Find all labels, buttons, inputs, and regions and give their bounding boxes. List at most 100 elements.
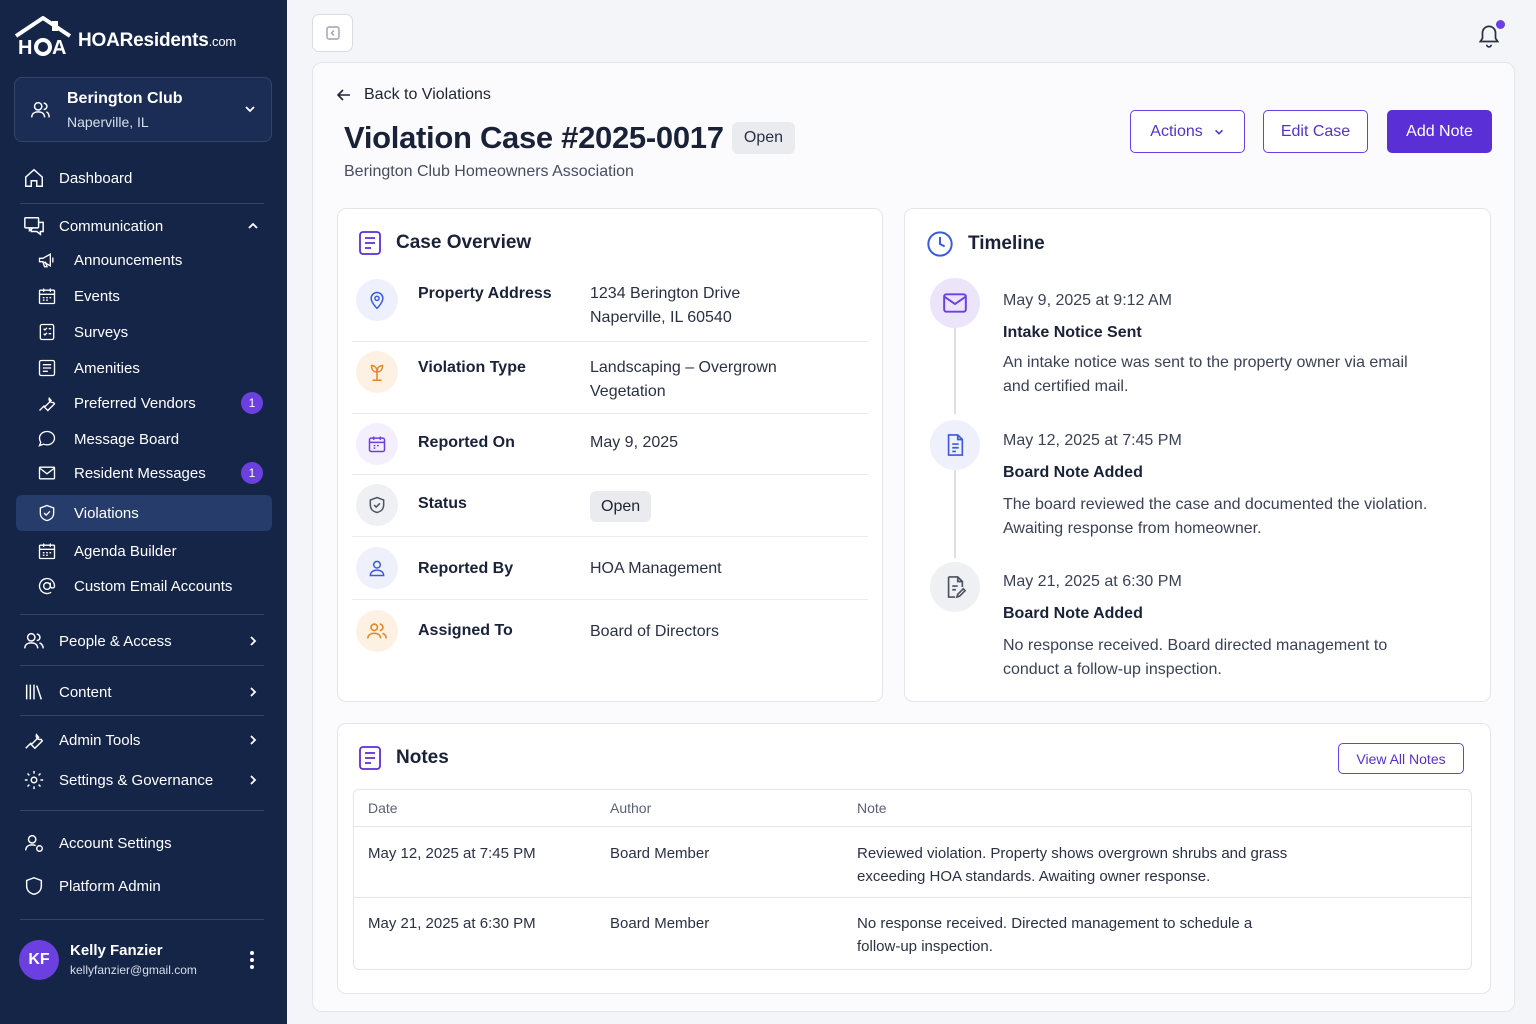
status-pill: Open bbox=[590, 491, 652, 522]
edit-case-button[interactable]: Edit Case bbox=[1263, 110, 1368, 153]
speech-bubble-icon bbox=[36, 428, 58, 450]
nav-violations[interactable]: Violations bbox=[16, 495, 272, 531]
nav-people-access[interactable]: People & Access bbox=[16, 623, 272, 659]
chevron-up-icon bbox=[248, 222, 258, 229]
timeline-body: No response received. Board directed man… bbox=[1003, 637, 1388, 678]
nav-resident-messages[interactable]: Resident Messages 1 bbox=[16, 455, 272, 491]
nav-communication[interactable]: Communication bbox=[16, 208, 272, 244]
notifications-button[interactable] bbox=[1476, 20, 1506, 48]
actions-label: Actions bbox=[1150, 122, 1203, 140]
nav-label: People & Access bbox=[59, 632, 172, 650]
notes-table: Date Author Note May 12, 2025 at 7:45 PM… bbox=[353, 789, 1472, 970]
nav-settings-governance[interactable]: Settings & Governance bbox=[16, 762, 272, 798]
user-name: Kelly Fanzier bbox=[70, 942, 163, 959]
brand-name: HOAResidents.com bbox=[78, 30, 237, 51]
nav-surveys[interactable]: Surveys bbox=[16, 314, 272, 350]
nav-amenities[interactable]: Amenities bbox=[16, 350, 272, 386]
nav-platform-admin[interactable]: Platform Admin bbox=[16, 868, 272, 904]
nav-admin-tools[interactable]: Admin Tools bbox=[16, 722, 272, 758]
nav-label: Content bbox=[59, 683, 112, 701]
wrench-icon bbox=[36, 392, 58, 414]
nav-announcements[interactable]: Announcements bbox=[16, 242, 272, 278]
card-title: Case Overview bbox=[396, 232, 532, 253]
timeline-card bbox=[904, 208, 1491, 702]
shield-check-icon bbox=[356, 484, 398, 526]
note-text: Reviewed violation. Property shows overg… bbox=[857, 845, 1288, 885]
notification-dot bbox=[1496, 20, 1505, 29]
status-badge: Open bbox=[732, 122, 795, 154]
chevron-right-icon bbox=[250, 735, 257, 745]
wrench-icon bbox=[23, 729, 45, 751]
table-row[interactable]: May 21, 2025 at 6:30 PM Board Member No … bbox=[354, 897, 1471, 969]
nav-content[interactable]: Content bbox=[16, 674, 272, 710]
gear-icon bbox=[23, 769, 45, 791]
document-edit-icon bbox=[930, 562, 980, 612]
divider bbox=[20, 715, 264, 716]
nav-label: Agenda Builder bbox=[74, 542, 177, 560]
nav-custom-email[interactable]: Custom Email Accounts bbox=[16, 568, 272, 604]
library-icon bbox=[23, 681, 45, 703]
overview-value: May 9, 2025 bbox=[590, 434, 679, 451]
card-title: Notes bbox=[396, 747, 449, 768]
view-all-notes-button[interactable]: View All Notes bbox=[1338, 743, 1464, 774]
org-switcher[interactable]: Berington Club Naperville, IL bbox=[14, 77, 272, 142]
overview-label: Property Address bbox=[418, 285, 552, 302]
timeline-title: Board Note Added bbox=[1003, 605, 1143, 622]
card-title: Timeline bbox=[968, 233, 1045, 254]
overview-value: Landscaping – Overgrown Vegetation bbox=[590, 359, 777, 400]
at-sign-icon bbox=[36, 575, 58, 597]
back-link[interactable]: Back to Violations bbox=[336, 86, 491, 104]
chevron-right-icon bbox=[250, 687, 257, 697]
timeline-date: May 12, 2025 at 7:45 PM bbox=[1003, 432, 1182, 449]
people-icon bbox=[23, 630, 45, 652]
timeline-connector bbox=[954, 470, 956, 558]
collapse-sidebar-button[interactable] bbox=[312, 14, 353, 52]
brand-logo[interactable]: H A HOAResidents.com bbox=[14, 16, 236, 56]
overview-label: Violation Type bbox=[418, 359, 526, 376]
location-pin-icon bbox=[356, 279, 398, 321]
users-icon bbox=[356, 610, 398, 652]
nav-dashboard[interactable]: Dashboard bbox=[16, 160, 272, 196]
count-badge: 1 bbox=[241, 462, 263, 484]
note-author: Board Member bbox=[610, 845, 710, 862]
users-icon bbox=[31, 101, 50, 117]
table-row[interactable]: May 12, 2025 at 7:45 PM Board Member Rev… bbox=[354, 826, 1471, 897]
notes-icon bbox=[358, 745, 382, 771]
more-vertical-icon[interactable] bbox=[249, 950, 255, 970]
nav-label: Surveys bbox=[74, 323, 129, 341]
timeline-title: Intake Notice Sent bbox=[1003, 324, 1142, 341]
sidebar: H A HOAResidents.com Berington Club Nape… bbox=[0, 0, 287, 1024]
org-location: Naperville, IL bbox=[67, 114, 149, 130]
overview-label: Reported By bbox=[418, 560, 514, 577]
timeline-body: An intake notice was sent to the propert… bbox=[1003, 354, 1408, 395]
calendar-icon bbox=[356, 423, 398, 465]
arrow-left-icon bbox=[336, 87, 352, 103]
nav-preferred-vendors[interactable]: Preferred Vendors 1 bbox=[16, 385, 272, 421]
case-overview-heading: Case Overview bbox=[358, 230, 531, 256]
divider bbox=[20, 614, 264, 615]
actions-button[interactable]: Actions bbox=[1130, 110, 1245, 153]
overview-label: Reported On bbox=[418, 434, 515, 451]
nav-label: Events bbox=[74, 287, 120, 305]
svg-text:A: A bbox=[52, 37, 66, 56]
amenities-icon bbox=[36, 357, 58, 379]
plant-icon bbox=[356, 351, 398, 393]
timeline-heading: Timeline bbox=[926, 230, 1045, 258]
user-cog-icon bbox=[23, 832, 45, 854]
overview-row-violation-type: Violation Type Landscaping – Overgrown Ve… bbox=[352, 342, 868, 414]
nav-account-settings[interactable]: Account Settings bbox=[16, 825, 272, 861]
nav-label: Resident Messages bbox=[74, 464, 206, 482]
overview-row-assigned-to: Assigned To Board of Directors bbox=[352, 600, 868, 664]
chevron-down-icon bbox=[1214, 129, 1223, 135]
chevron-right-icon bbox=[250, 636, 257, 646]
nav-label: Dashboard bbox=[59, 169, 133, 187]
add-note-button[interactable]: Add Note bbox=[1387, 110, 1492, 153]
calendar-icon bbox=[36, 285, 58, 307]
nav-message-board[interactable]: Message Board bbox=[16, 421, 272, 457]
user-profile[interactable]: KF Kelly Fanzier kellyfanzier@gmail.com bbox=[19, 940, 269, 980]
nav-agenda-builder[interactable]: Agenda Builder bbox=[16, 533, 272, 569]
overview-row-reported-on: Reported On May 9, 2025 bbox=[352, 414, 868, 475]
nav-events[interactable]: Events bbox=[16, 278, 272, 314]
note-text: No response received. Directed managemen… bbox=[857, 915, 1253, 955]
overview-value: 1234 Berington Drive Naperville, IL 60540 bbox=[590, 285, 741, 326]
